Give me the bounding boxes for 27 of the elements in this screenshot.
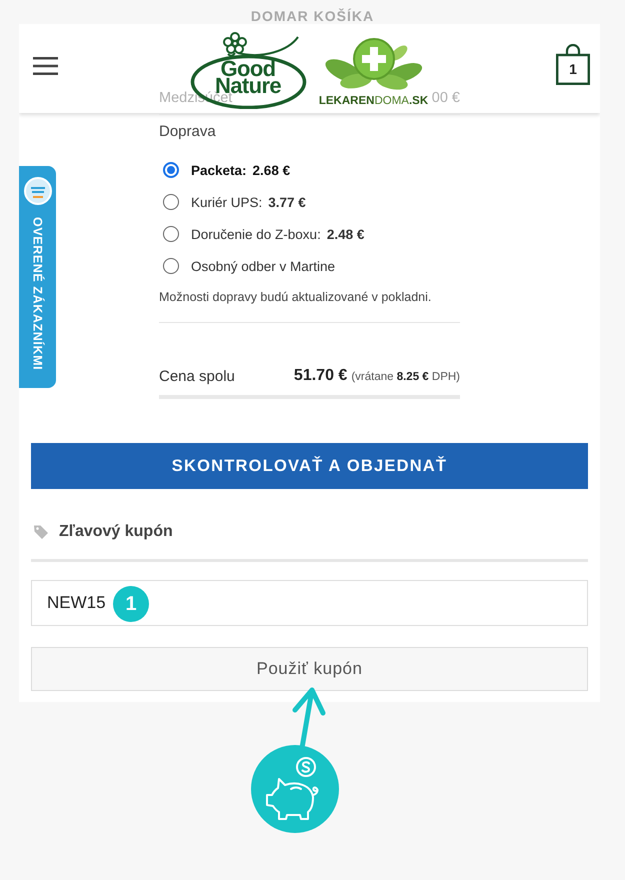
checkout-button[interactable]: SKONTROLOVAŤ A OBJEDNAŤ [31, 443, 588, 489]
menu-icon[interactable] [33, 57, 58, 75]
tax-note: (vrátane 8.25 € DPH) [351, 371, 460, 383]
subtotal-value: 00 € [432, 91, 460, 105]
total-label: Cena spolu [159, 368, 235, 384]
shipping-note: Možnosti dopravy budú aktualizované v pokladni. [159, 289, 432, 306]
total-price: 51.70 € [294, 367, 348, 385]
apply-coupon-button[interactable]: Použiť kupón [31, 647, 588, 691]
tag-icon [33, 524, 49, 540]
logo-text: LEKARENDOMA.SK [318, 94, 428, 108]
shipping-option-label[interactable]: Packeta: 2.68 € [191, 162, 290, 178]
radio-button[interactable] [163, 162, 179, 178]
logo-text: Good Nature [214, 60, 282, 94]
cart-heading: DOMAR KOŠÍKA [250, 8, 376, 24]
review-seal-icon [24, 177, 52, 205]
shipping-option-label[interactable]: Kuriér UPS: 3.77 € [191, 194, 306, 210]
radio-button[interactable] [163, 258, 179, 274]
piggy-bank-icon [251, 745, 339, 833]
shipping-option-label[interactable]: Osobný odber v Martine [191, 258, 336, 274]
shipping-option-label[interactable]: Doručenie do Z-boxu: 2.48 € [191, 226, 364, 242]
cart-button[interactable]: 1 [556, 44, 590, 85]
radio-button[interactable] [163, 194, 179, 210]
radio-button[interactable] [163, 226, 179, 242]
bag-icon [556, 44, 590, 85]
coupon-title: Zľavový kupón [59, 523, 173, 541]
tab-label: OVERENÉ ZÁKAZNÍKMI [30, 217, 44, 370]
shipping-title: Doprava [159, 122, 217, 142]
